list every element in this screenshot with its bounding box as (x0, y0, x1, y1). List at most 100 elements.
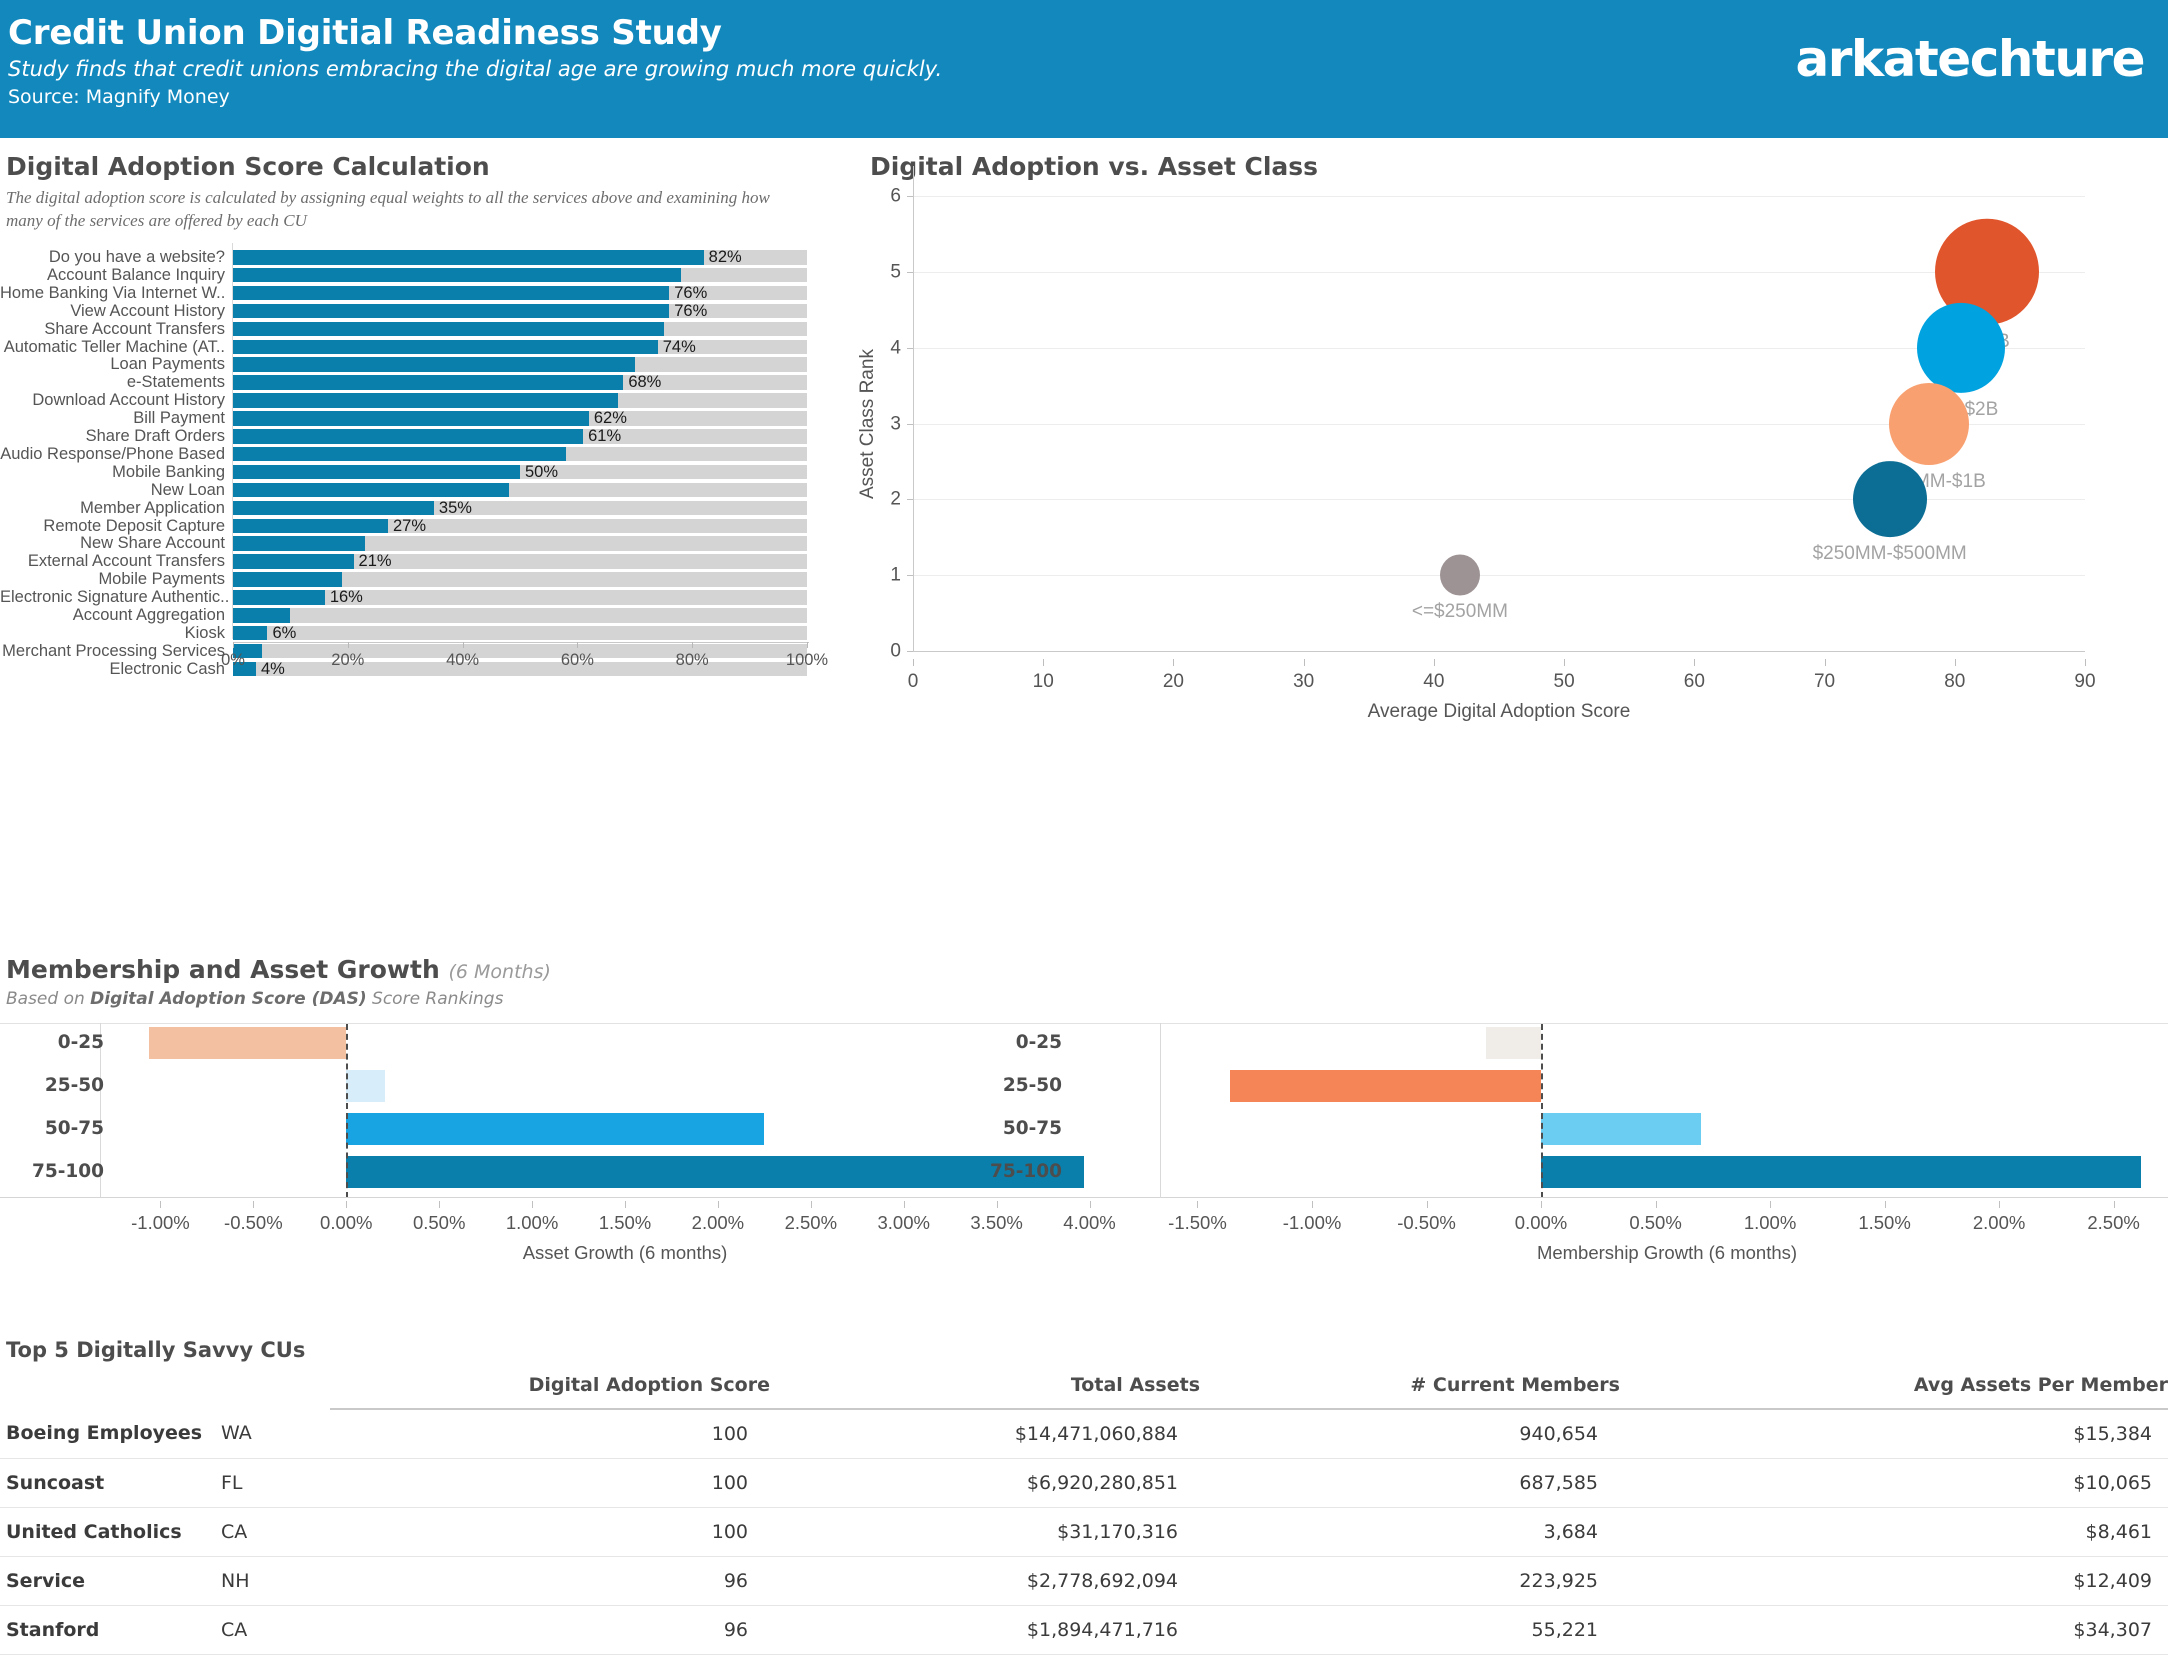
das-x-tick-label: 40% (446, 651, 479, 670)
growth-x-tick (1541, 1201, 1542, 1208)
bar-fill[interactable] (233, 590, 325, 605)
bar-category-label: Merchant Processing Services (0, 642, 225, 660)
bar-fill[interactable] (233, 483, 509, 498)
scatter-bubble[interactable] (1440, 555, 1480, 596)
bar-category-label: Loan Payments (0, 355, 225, 373)
growth-bar[interactable] (149, 1027, 346, 1059)
bar-value-label: 74% (663, 338, 696, 356)
col-avg-assets-per-member: Avg Assets Per Member (1620, 1374, 2168, 1409)
bar-category-label: Member Application (0, 499, 225, 517)
table-row[interactable]: Boeing EmployeesWA100$14,471,060,884940,… (0, 1409, 2168, 1458)
growth-bar[interactable] (1541, 1156, 2141, 1188)
cell-current-members: 3,684 (1200, 1507, 1620, 1556)
growth-bar[interactable] (346, 1113, 764, 1145)
bar-fill[interactable] (233, 447, 566, 462)
scatter-gridline (913, 575, 2085, 576)
cell-total-assets: $2,778,692,094 (770, 1556, 1200, 1605)
cell-state: NH (220, 1556, 330, 1605)
scatter-x-tick-label: 70 (1814, 671, 1835, 693)
growth-bar[interactable] (1230, 1070, 1541, 1102)
bar-fill[interactable] (233, 393, 618, 408)
growth-bar[interactable] (1541, 1113, 1701, 1145)
cell-digital-adoption-score: 96 (330, 1605, 770, 1654)
bar-fill[interactable] (233, 340, 658, 355)
bar-row: Account Balance Inquiry (0, 267, 830, 285)
growth-x-tick (253, 1201, 254, 1208)
bar-fill[interactable] (233, 286, 669, 301)
bar-track (233, 286, 807, 301)
table-row[interactable]: ServiceNH96$2,778,692,094223,925$12,409 (0, 1556, 2168, 1605)
das-x-tick (233, 642, 234, 648)
bar-row: New Share Account (0, 535, 830, 553)
bar-fill[interactable] (233, 465, 520, 480)
table-row[interactable]: SuncoastFL100$6,920,280,851687,585$10,06… (0, 1458, 2168, 1507)
bar-fill[interactable] (233, 375, 623, 390)
growth-x-tick (346, 1201, 347, 1208)
das-x-tick (807, 642, 808, 648)
digital-adoption-vs-asset-class-panel: Digital Adoption vs. Asset Class 0123456… (848, 138, 2168, 683)
bar-fill[interactable] (233, 268, 681, 283)
growth-x-tick-label: 1.50% (599, 1212, 651, 1234)
growth-row-label: 25-50 (962, 1070, 1062, 1102)
growth-x-tick (811, 1201, 812, 1208)
bar-category-label: e-Statements (0, 373, 225, 391)
bar-category-label: Account Balance Inquiry (0, 266, 225, 284)
bar-fill[interactable] (233, 304, 669, 319)
scatter-y-tick-label: 6 (890, 187, 901, 206)
bar-track (233, 572, 807, 587)
bar-fill[interactable] (233, 608, 290, 623)
growth-row-label: 50-75 (0, 1113, 104, 1145)
growth-zero-line (346, 1024, 348, 1198)
growth-x-tick-label: 2.00% (692, 1212, 744, 1234)
bar-fill[interactable] (233, 322, 664, 337)
growth-bar[interactable] (346, 1070, 385, 1102)
growth-sub-pre: Based on (6, 989, 90, 1009)
bar-fill[interactable] (233, 250, 704, 265)
growth-zero-line (1541, 1024, 1543, 1198)
bar-fill[interactable] (233, 501, 434, 516)
cell-cu-name: United Catholics (0, 1507, 220, 1556)
bar-row: Remote Deposit Capture27% (0, 518, 830, 536)
table-row[interactable]: United CatholicsCA100$31,170,3163,684$8,… (0, 1507, 2168, 1556)
bar-fill[interactable] (233, 554, 354, 569)
scatter-bubble[interactable] (1853, 461, 1927, 537)
bar-row: Do you have a website?82% (0, 249, 830, 267)
table-row[interactable]: StanfordCA96$1,894,471,71655,221$34,307 (0, 1605, 2168, 1654)
bar-row: View Account History76% (0, 303, 830, 321)
bar-value-label: 21% (359, 552, 392, 570)
growth-row-label: 25-50 (0, 1070, 104, 1102)
bar-fill[interactable] (233, 572, 342, 587)
growth-chart-top-rule (0, 1023, 1162, 1024)
col-score: Digital Adoption Score (330, 1374, 770, 1409)
das-x-tick (348, 642, 349, 648)
bar-fill[interactable] (233, 626, 267, 641)
bar-value-label: 68% (628, 373, 661, 391)
scatter-y-tick-label: 0 (890, 642, 901, 661)
bar-fill[interactable] (233, 429, 583, 444)
scatter-y-tick-label: 3 (890, 414, 901, 433)
scatter-x-tick-label: 10 (1033, 671, 1054, 693)
growth-bar[interactable] (1486, 1027, 1541, 1059)
bar-value-label: 76% (674, 302, 707, 320)
bar-track (233, 322, 807, 337)
table-title: Top 5 Digitally Savvy CUs (6, 1338, 305, 1362)
bar-value-label: 6% (272, 624, 296, 642)
scatter-x-tick-label: 50 (1554, 671, 1575, 693)
bar-fill[interactable] (233, 411, 589, 426)
bar-fill[interactable] (233, 519, 388, 534)
bar-track (233, 501, 807, 516)
scatter-bubble[interactable] (1917, 303, 2005, 393)
bar-category-label: Automatic Teller Machine (AT.. (0, 338, 225, 356)
bar-fill[interactable] (233, 357, 635, 372)
bar-category-label: External Account Transfers (0, 552, 225, 570)
growth-x-tick-label: 2.50% (2087, 1212, 2139, 1234)
bar-track (233, 465, 807, 480)
bar-track (233, 393, 807, 408)
membership-growth-chart: 0-2525-5050-7575-100-1.50%-1.00%-0.50%0.… (1162, 1023, 2168, 1228)
bar-fill[interactable] (233, 536, 365, 551)
das-x-axis-line (233, 642, 809, 643)
scatter-x-tick (1434, 659, 1435, 666)
scatter-bubble[interactable] (1889, 383, 1969, 465)
cell-avg-assets-per-member: $8,461 (1620, 1507, 2168, 1556)
bar-value-label: 62% (594, 409, 627, 427)
